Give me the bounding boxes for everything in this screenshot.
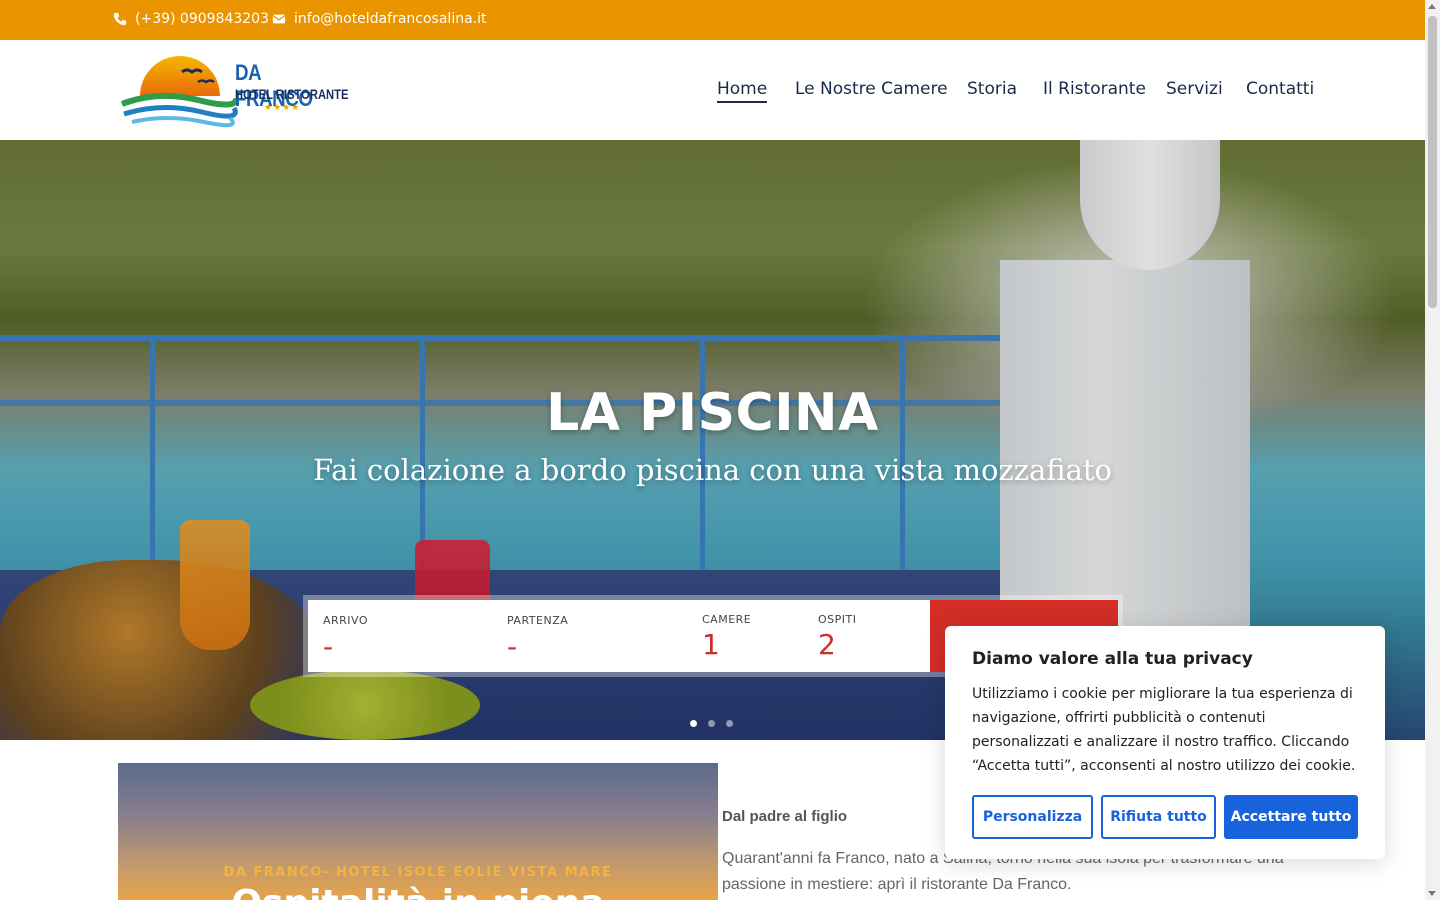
hero-title: LA PISCINA (546, 383, 879, 443)
cookie-title: Diamo valore alla tua privacy (972, 649, 1253, 669)
slider-dot[interactable] (708, 720, 715, 727)
booking-fields: ARRIVO - PARTENZA - CAMERE 1 OSPITI 2 (308, 600, 930, 672)
cookie-consent-banner: Diamo valore alla tua privacy Utilizziam… (945, 626, 1385, 859)
logo-subtitle: HOTEL RISTORANTE (235, 86, 349, 102)
hero-subtitle: Fai colazione a bordo piscina con una vi… (312, 453, 1113, 487)
slider-dot[interactable] (726, 720, 733, 727)
email-contact[interactable]: info@hoteldafrancosalina.it (272, 11, 487, 27)
nav-contatti[interactable]: Contatti (1246, 79, 1314, 99)
nav-il-ristorante[interactable]: Il Ristorante (1043, 79, 1146, 99)
partenza-value: - (507, 630, 518, 663)
arrivo-value: - (323, 630, 334, 663)
email-address: info@hoteldafrancosalina.it (294, 11, 487, 27)
slider-dot[interactable] (690, 720, 697, 727)
page-scrollbar[interactable] (1425, 0, 1440, 900)
nav-le-nostre-camere[interactable]: Le Nostre Camere (795, 79, 948, 99)
envelope-icon (272, 14, 286, 24)
camere-value: 1 (702, 628, 720, 661)
ospiti-label: OSPITI (818, 613, 857, 626)
scrollbar-thumb[interactable] (1428, 16, 1437, 308)
ospiti-value: 2 (818, 628, 836, 661)
sunset-wave-logo-icon (120, 56, 238, 128)
nav-storia[interactable]: Storia (967, 79, 1017, 99)
cookie-accept-button[interactable]: Accettare tutto (1224, 795, 1358, 839)
promo-banner: DA FRANCO- HOTEL ISOLE EOLIE VISTA MARE … (118, 763, 718, 900)
phone-icon (113, 12, 127, 26)
top-contact-bar: (+39) 0909843203 info@hoteldafrancosalin… (0, 0, 1425, 40)
cookie-body: Utilizziamo i cookie per migliorare la t… (972, 686, 1356, 774)
phone-contact[interactable]: (+39) 0909843203 (113, 11, 269, 27)
promo-headline: Ospitalità in piena (118, 883, 718, 900)
partenza-label: PARTENZA (507, 614, 569, 627)
nav-servizi[interactable]: Servizi (1166, 79, 1223, 99)
phone-number: (+39) 0909843203 (135, 11, 269, 27)
arrivo-label: ARRIVO (323, 614, 369, 627)
promo-kicker: DA FRANCO- HOTEL ISOLE EOLIE VISTA MARE (223, 865, 613, 880)
slider-pagination (690, 720, 733, 727)
cookie-customize-button[interactable]: Personalizza (972, 795, 1093, 839)
cookie-reject-button[interactable]: Rifiuta tutto (1101, 795, 1216, 839)
story-title: Dal padre al figlio (722, 808, 848, 825)
site-logo[interactable]: DA FRANCO HOTEL RISTORANTE ★★★★ (118, 50, 348, 130)
logo-stars: ★★★★ (264, 102, 301, 112)
site-header: DA FRANCO HOTEL RISTORANTE ★★★★ Home Le … (0, 40, 1425, 140)
scroll-up-arrow-icon[interactable] (1428, 4, 1436, 9)
nav-home[interactable]: Home (717, 79, 768, 103)
scroll-down-arrow-icon[interactable] (1428, 891, 1436, 896)
camere-label: CAMERE (702, 613, 752, 626)
